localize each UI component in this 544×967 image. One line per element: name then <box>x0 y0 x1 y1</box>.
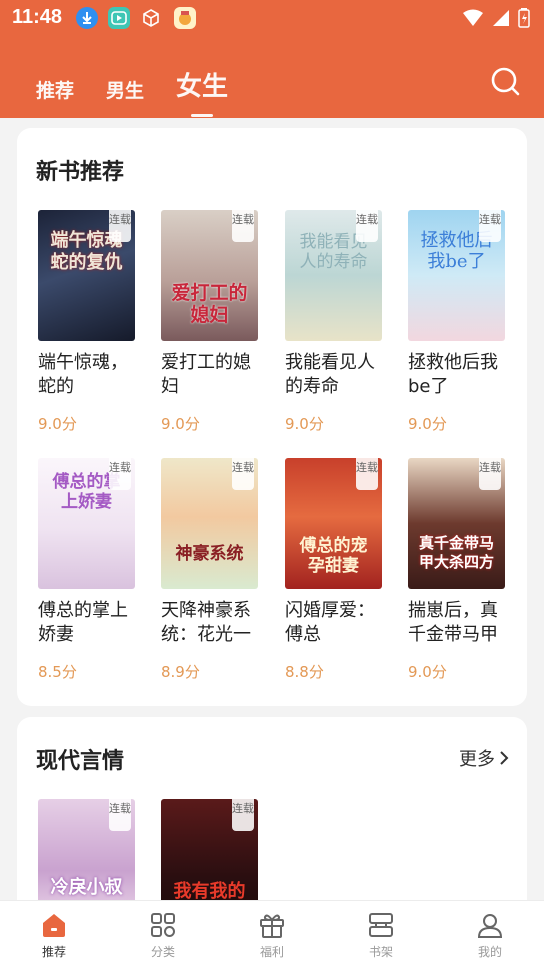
status-time: 11:48 <box>12 6 63 28</box>
search-icon[interactable] <box>490 66 520 96</box>
nav-label: 推荐 <box>41 945 66 959</box>
profile-icon <box>477 914 503 938</box>
book-title: 揣崽后，真千金带马甲 <box>408 600 498 645</box>
battery-icon <box>518 8 530 28</box>
book-cover: 端午惊魂蛇的复仇 连载 <box>38 210 135 341</box>
serial-badge: 连载 <box>356 210 378 242</box>
bottom-nav: 推荐 分类 福利 书架 我的 <box>0 900 544 967</box>
top-tabs: 推荐 男生 女生 <box>36 66 228 103</box>
cover-title: 爱打工的媳妇 <box>171 282 248 326</box>
book-card[interactable]: 真千金带马甲大杀四方 连载 揣崽后，真千金带马甲 9.0分 <box>408 458 508 682</box>
book-title: 傅总的掌上娇妻 <box>38 600 128 645</box>
signal-icon <box>493 10 509 26</box>
more-link[interactable]: 更多 <box>459 745 509 771</box>
status-bar: 11:48 <box>0 0 544 36</box>
wifi-icon <box>463 9 483 26</box>
book-card[interactable]: 我能看见人的寿命 连载 我能看见人的寿命 9.0分 <box>285 210 385 434</box>
serial-badge: 连载 <box>232 210 254 242</box>
nav-item-category[interactable]: 分类 <box>133 911 193 960</box>
nav-label: 我的 <box>477 945 502 959</box>
book-title: 端午惊魂，蛇的 <box>38 352 128 397</box>
nav-label: 书架 <box>368 945 393 959</box>
cube-notification-icon <box>140 7 162 29</box>
book-title: 拯救他后我be了 <box>408 352 498 397</box>
chevron-right-icon <box>500 751 509 765</box>
book-score: 9.0分 <box>408 415 447 433</box>
nav-label: 分类 <box>150 945 175 959</box>
system-status-icons <box>462 8 530 28</box>
home-icon <box>43 914 65 937</box>
app-header: 11:48 推荐 男生 女生 <box>0 0 544 118</box>
book-score: 9.0分 <box>285 415 324 433</box>
serial-badge: 连载 <box>109 458 131 490</box>
more-label: 更多 <box>459 749 495 770</box>
serial-badge: 连载 <box>232 799 254 831</box>
tab-recommend[interactable]: 推荐 <box>36 76 74 103</box>
book-card[interactable]: 神豪系统 连载 天降神豪系统：花光一 8.9分 <box>161 458 261 682</box>
download-notification-icon <box>76 7 98 29</box>
grid-icon <box>151 913 175 937</box>
book-score: 8.8分 <box>285 663 324 681</box>
serial-badge: 连载 <box>479 458 501 490</box>
book-cover: 爱打工的媳妇 连载 <box>161 210 258 341</box>
cover-title: 神豪系统 <box>175 544 244 564</box>
serial-badge: 连载 <box>109 799 131 831</box>
serial-badge: 连载 <box>232 458 254 490</box>
tab-female[interactable]: 女生 <box>176 66 228 103</box>
section-title: 现代言情 <box>36 749 125 774</box>
book-cover: 傅总的掌上娇妻 连载 <box>38 458 135 589</box>
video-app-notification-icon <box>108 7 130 29</box>
book-cover: 我能看见人的寿命 连载 <box>285 210 382 341</box>
book-cover: 真千金带马甲大杀四方 连载 <box>408 458 505 589</box>
nav-item-recommend[interactable]: 推荐 <box>24 911 84 960</box>
book-title: 爱打工的媳妇 <box>161 352 251 397</box>
book-card[interactable]: 爱打工的媳妇 连载 爱打工的媳妇 9.0分 <box>161 210 261 434</box>
serial-badge: 连载 <box>109 210 131 242</box>
book-score: 8.5分 <box>38 663 77 681</box>
book-card[interactable]: 傅总的宠孕甜妻 连载 闪婚厚爱：傅总 8.8分 <box>285 458 385 682</box>
book-title: 我能看见人的寿命 <box>285 352 375 397</box>
book-score: 9.0分 <box>408 663 447 681</box>
nav-item-profile[interactable]: 我的 <box>460 911 520 960</box>
gift-icon <box>260 914 284 938</box>
book-card[interactable]: 傅总的掌上娇妻 连载 傅总的掌上娇妻 8.5分 <box>38 458 138 682</box>
book-title: 天降神豪系统：花光一 <box>161 600 251 645</box>
book-card[interactable]: 端午惊魂蛇的复仇 连载 端午惊魂，蛇的 9.0分 <box>38 210 138 434</box>
serial-badge: 连载 <box>479 210 501 242</box>
book-cover: 神豪系统 连载 <box>161 458 258 589</box>
book-title: 闪婚厚爱：傅总 <box>285 600 375 645</box>
cover-title: 冷戾小叔 <box>50 877 123 898</box>
nav-item-welfare[interactable]: 福利 <box>242 911 302 960</box>
nav-item-bookshelf[interactable]: 书架 <box>351 911 411 960</box>
book-score: 8.9分 <box>161 663 200 681</box>
book-score: 9.0分 <box>161 415 200 433</box>
book-cover: 拯救他后我be了 连载 <box>408 210 505 341</box>
game-notification-icon <box>174 7 196 29</box>
section-title: 新书推荐 <box>36 160 125 185</box>
cover-title: 真千金带马甲大杀四方 <box>418 534 494 571</box>
bookshelf-icon <box>369 913 393 937</box>
book-card[interactable]: 拯救他后我be了 连载 拯救他后我be了 9.0分 <box>408 210 508 434</box>
book-score: 9.0分 <box>38 415 77 433</box>
tab-male[interactable]: 男生 <box>106 76 144 103</box>
cover-title: 傅总的宠孕甜妻 <box>299 536 368 576</box>
new-books-section: 新书推荐 端午惊魂蛇的复仇 连载 端午惊魂，蛇的 9.0分 爱打工的媳妇 连载 … <box>17 128 527 706</box>
serial-badge: 连载 <box>356 458 378 490</box>
book-cover: 傅总的宠孕甜妻 连载 <box>285 458 382 589</box>
nav-label: 福利 <box>259 945 284 959</box>
